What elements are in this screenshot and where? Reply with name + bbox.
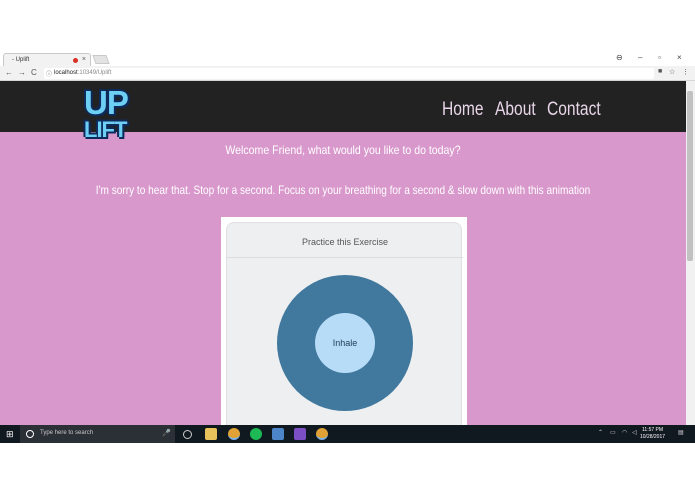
address-bar[interactable]: ⓘ localhost:10349/Uplift <box>44 68 654 79</box>
taskbar-search-box[interactable]: Type here to search 🎤 <box>20 425 175 443</box>
minimize-icon[interactable]: – <box>638 53 642 62</box>
site-header: UP LIFT Home About Contact <box>0 81 686 141</box>
spotify-icon[interactable] <box>250 428 262 440</box>
taskbar-search-placeholder: Type here to search <box>40 430 94 436</box>
file-explorer-icon[interactable] <box>205 428 217 440</box>
reload-icon[interactable]: C <box>31 68 37 77</box>
cortana-icon <box>26 430 34 438</box>
taskbar-clock[interactable]: 11:57 PM 10/28/2017 <box>640 427 665 441</box>
windows-start-icon[interactable]: ⊞ <box>6 429 14 440</box>
breathing-message: I'm sorry to hear that. Stop for a secon… <box>95 183 591 197</box>
page-viewport: UP LIFT Home About Contact Welcome Frien… <box>0 81 686 425</box>
nav-home-link[interactable]: Home <box>442 99 484 121</box>
address-path: :10349/Uplift <box>77 70 112 76</box>
menu-icon[interactable]: ⋮ <box>682 68 689 76</box>
breathing-inner-circle: Inhale <box>315 313 375 373</box>
exercise-card-panel: Practice this Exercise Inhale <box>226 222 463 425</box>
main-nav: Home About Contact <box>442 99 602 121</box>
account-icon[interactable]: ⊖ <box>616 53 623 62</box>
chrome-active-icon[interactable] <box>316 428 328 440</box>
network-icon[interactable]: ◠ <box>622 429 627 436</box>
address-host: localhost <box>54 70 78 76</box>
visual-studio-icon[interactable] <box>294 428 306 440</box>
maximize-icon[interactable]: ▫ <box>658 53 661 62</box>
microphone-icon[interactable]: 🎤 <box>162 429 171 437</box>
clock-date: 10/28/2017 <box>640 434 666 440</box>
tab-title: - Uplift <box>12 57 30 63</box>
logo-up-text: UP <box>84 84 129 121</box>
new-tab-button[interactable] <box>92 55 110 64</box>
browser-toolbar: ← → C ⓘ localhost:10349/Uplift ■ ☆ ⋮ <box>0 66 695 81</box>
browser-tab[interactable]: - Uplift × <box>3 53 91 66</box>
volume-icon[interactable]: ◁ <box>632 429 637 436</box>
breathing-outer-circle: Inhale <box>277 275 413 411</box>
task-view-icon[interactable] <box>183 430 192 439</box>
nav-about-link[interactable]: About <box>495 99 536 121</box>
welcome-heading: Welcome Friend, what would you like to d… <box>225 143 461 157</box>
battery-icon[interactable]: ▭ <box>610 429 616 436</box>
windows-taskbar: ⊞ Type here to search 🎤 ⌃ ▭ ◠ ◁ 11:57 PM… <box>0 425 695 443</box>
window-close-icon[interactable]: × <box>677 53 682 62</box>
logo-lift-text: LIFT <box>84 117 127 142</box>
scrollbar-thumb[interactable] <box>687 91 693 261</box>
card-divider <box>227 257 463 258</box>
back-icon[interactable]: ← <box>5 68 13 77</box>
tab-strip: - Uplift × ⊖ – ▫ × <box>0 50 695 66</box>
recording-icon <box>73 58 78 63</box>
info-icon[interactable]: ⓘ <box>46 69 52 78</box>
page-scrollbar[interactable] <box>686 81 695 425</box>
forward-icon[interactable]: → <box>18 68 26 77</box>
tab-close-icon[interactable]: × <box>82 56 86 63</box>
tray-chevron-icon[interactable]: ⌃ <box>598 429 603 436</box>
star-icon[interactable]: ☆ <box>669 68 675 76</box>
screen: - Uplift × ⊖ – ▫ × ← → C ⓘ localhost:103… <box>0 50 695 443</box>
clock-time: 11:57 PM <box>642 427 664 433</box>
exercise-card-title: Practice this Exercise <box>301 237 389 247</box>
app-icon[interactable] <box>272 428 284 440</box>
exercise-card: Practice this Exercise Inhale <box>221 217 467 425</box>
chrome-icon[interactable] <box>228 428 240 440</box>
notification-icon[interactable]: ▤ <box>678 429 684 436</box>
breath-label: Inhale <box>332 338 358 348</box>
camera-icon[interactable]: ■ <box>658 68 662 75</box>
nav-contact-link[interactable]: Contact <box>547 99 601 121</box>
